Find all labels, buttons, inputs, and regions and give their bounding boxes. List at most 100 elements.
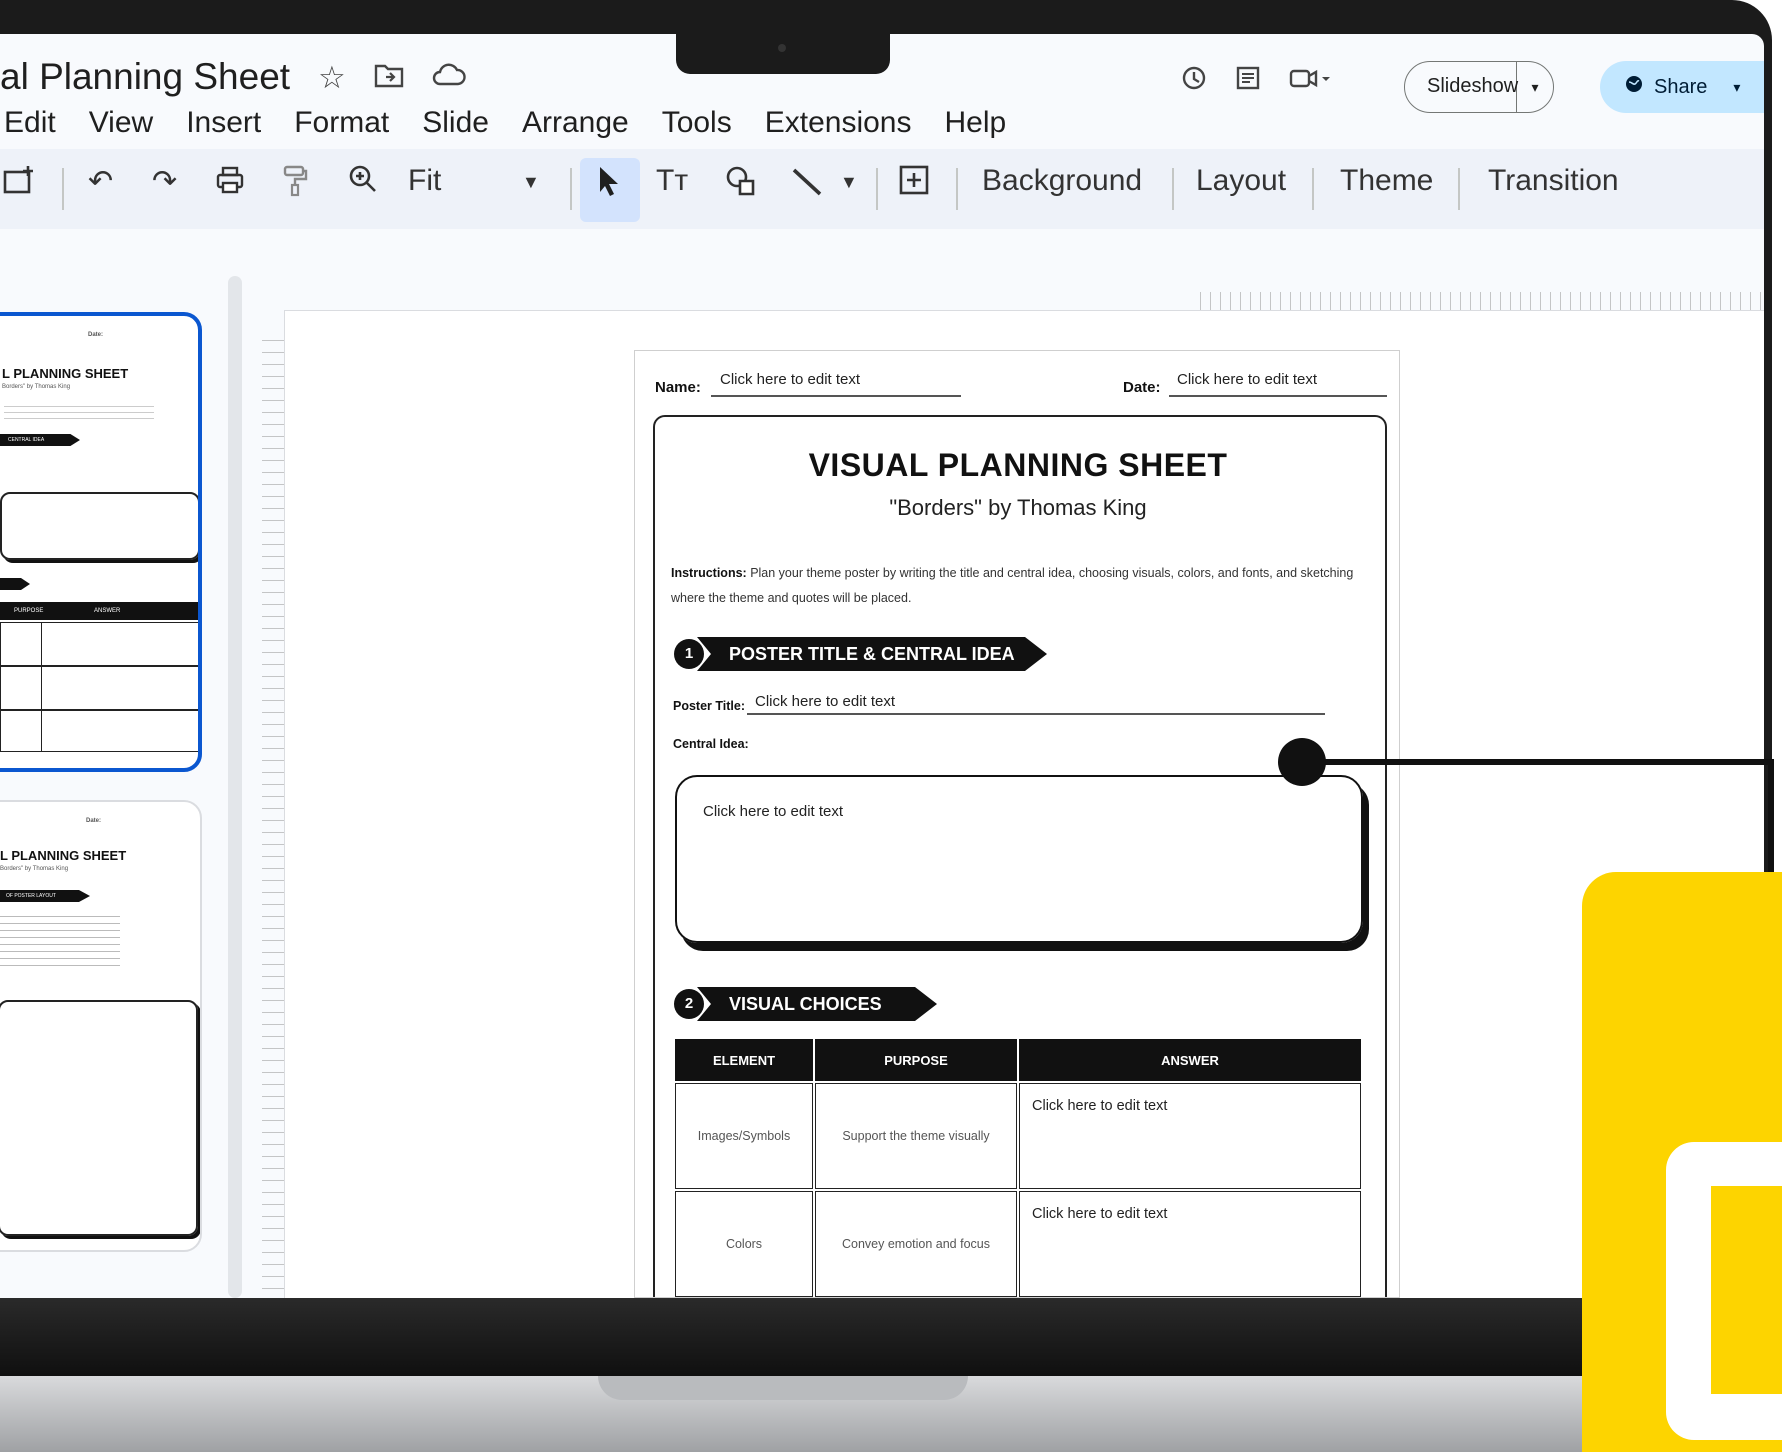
col-answer: ANSWER [1019, 1039, 1361, 1081]
paint-format-icon[interactable] [282, 164, 308, 206]
instructions-label: Instructions: [671, 566, 747, 580]
thumb-subtitle: Borders" by Thomas King [0, 866, 69, 872]
purpose-cell: Convey emotion and focus [815, 1191, 1017, 1297]
transition-button[interactable]: Transition [1488, 164, 1619, 198]
move-to-folder-icon[interactable] [374, 60, 404, 96]
redo-icon[interactable]: ↷ [152, 164, 177, 199]
menu-slide[interactable]: Slide [422, 106, 489, 140]
menu-view[interactable]: View [89, 106, 153, 140]
print-icon[interactable] [214, 164, 246, 204]
cloud-status-icon[interactable] [432, 60, 466, 96]
table-row: Images/Symbols Support the theme visuall… [675, 1083, 1361, 1189]
name-underline [711, 395, 961, 397]
history-icon[interactable] [1180, 64, 1208, 99]
worksheet-subtitle: "Borders" by Thomas King [889, 495, 1147, 520]
toolbar-divider [1312, 168, 1314, 210]
name-field[interactable]: Click here to edit text [720, 371, 860, 388]
shape-icon[interactable] [724, 164, 758, 206]
date-label: Date: [1123, 379, 1161, 396]
chevron-down-icon[interactable]: ▾ [1517, 79, 1553, 96]
toolbar-divider [62, 168, 64, 210]
line-icon[interactable] [790, 164, 824, 206]
central-idea-field[interactable]: Click here to edit text [703, 803, 843, 820]
section-1-number: 1 [674, 639, 704, 669]
star-icon[interactable]: ☆ [318, 60, 346, 96]
zoom-select[interactable]: Fit [408, 164, 441, 198]
vertical-ruler [262, 340, 284, 1298]
thumb-text-lines [4, 406, 154, 420]
chevron-down-icon[interactable]: ▼ [840, 172, 858, 193]
thumb-col-purpose: PURPOSE [14, 608, 44, 614]
worksheet-page: Name: Click here to edit text Date: Clic… [634, 350, 1400, 1298]
menu-bar: Edit View Insert Format Slide Arrange To… [4, 106, 1006, 140]
chevron-down-icon[interactable]: ▼ [522, 172, 540, 193]
share-button[interactable]: Share ▾ [1600, 61, 1764, 113]
text-box-tool[interactable]: Tт [656, 164, 688, 198]
section-2-banner: VISUAL CHOICES [697, 987, 937, 1021]
slideshow-label[interactable]: Slideshow [1405, 62, 1518, 112]
thumb-sketch-box [0, 1000, 198, 1236]
answer-cell[interactable]: Click here to edit text [1019, 1083, 1361, 1189]
table-row: Colors Convey emotion and focus Click he… [675, 1191, 1361, 1297]
header-actions [1180, 64, 1332, 99]
zoom-icon[interactable] [348, 164, 378, 202]
undo-icon[interactable]: ↶ [88, 164, 113, 199]
comments-icon[interactable] [1234, 64, 1262, 99]
thumb-title: L PLANNING SHEET [2, 366, 129, 381]
toolbar-divider [570, 168, 572, 210]
filmstrip-scrollbar[interactable] [228, 276, 242, 1298]
thumb-title: L PLANNING SHEET [0, 848, 127, 863]
col-element: ELEMENT [675, 1039, 813, 1081]
share-label: Share [1654, 75, 1708, 98]
thumb-col-answer: ANSWER [94, 608, 121, 614]
laptop-chin [0, 1298, 1782, 1378]
section-2-number: 2 [674, 989, 704, 1019]
thumb-table-body [0, 622, 198, 752]
theme-button[interactable]: Theme [1340, 164, 1433, 198]
purpose-cell: Support the theme visually [815, 1083, 1017, 1189]
callout-line [1302, 759, 1774, 765]
menu-arrange[interactable]: Arrange [522, 106, 629, 140]
answer-cell[interactable]: Click here to edit text [1019, 1191, 1361, 1297]
thumb-idea-box [0, 492, 198, 560]
slideshow-button[interactable]: Slideshow ▾ [1404, 61, 1554, 113]
add-comment-icon[interactable] [898, 164, 930, 204]
layout-button[interactable]: Layout [1196, 164, 1286, 198]
menu-help[interactable]: Help [944, 106, 1006, 140]
background-button[interactable]: Background [982, 164, 1142, 198]
poster-title-field[interactable]: Click here to edit text [755, 693, 895, 710]
element-cell: Images/Symbols [675, 1083, 813, 1189]
laptop-base-notch [598, 1376, 968, 1400]
menu-insert[interactable]: Insert [186, 106, 261, 140]
table-header-row: ELEMENT PURPOSE ANSWER [675, 1039, 1361, 1081]
name-label: Name: [655, 379, 701, 396]
slide-thumbnail-1[interactable]: Date: L PLANNING SHEET Borders" by Thoma… [0, 312, 202, 772]
document-title[interactable]: al Planning Sheet [0, 56, 290, 98]
date-field[interactable]: Click here to edit text [1177, 371, 1317, 388]
thumb-banner-2 [0, 578, 30, 590]
menu-tools[interactable]: Tools [662, 106, 732, 140]
slides-logo-inner [1711, 1186, 1782, 1394]
callout-dot [1278, 738, 1326, 786]
section-1-banner: POSTER TITLE & CENTRAL IDEA [697, 637, 1047, 671]
toolbar-divider [956, 168, 958, 210]
worksheet-title: VISUAL PLANNING SHEET [808, 447, 1228, 483]
select-cursor-icon[interactable] [596, 164, 622, 206]
slide-thumbnail-2[interactable]: Date: L PLANNING SHEET Borders" by Thoma… [0, 800, 202, 1252]
title-icons: ☆ [318, 60, 466, 96]
central-idea-label: Central Idea: [673, 737, 749, 751]
menu-edit[interactable]: Edit [4, 106, 56, 140]
menu-format[interactable]: Format [294, 106, 389, 140]
toolbar-divider [1458, 168, 1460, 210]
central-idea-box[interactable] [675, 775, 1363, 943]
menu-extensions[interactable]: Extensions [765, 106, 912, 140]
meet-icon[interactable] [1288, 64, 1332, 99]
instructions-text: Plan your theme poster by writing the ti… [671, 566, 1354, 605]
chevron-down-icon[interactable]: ▾ [1733, 79, 1740, 96]
new-slide-icon[interactable] [2, 164, 38, 204]
globe-icon [1624, 74, 1644, 100]
camera-icon [778, 44, 786, 52]
thumb-subtitle: Borders" by Thomas King [2, 384, 71, 390]
instructions: Instructions: Plan your theme poster by … [671, 561, 1371, 611]
thumb-text-lines [0, 916, 120, 966]
